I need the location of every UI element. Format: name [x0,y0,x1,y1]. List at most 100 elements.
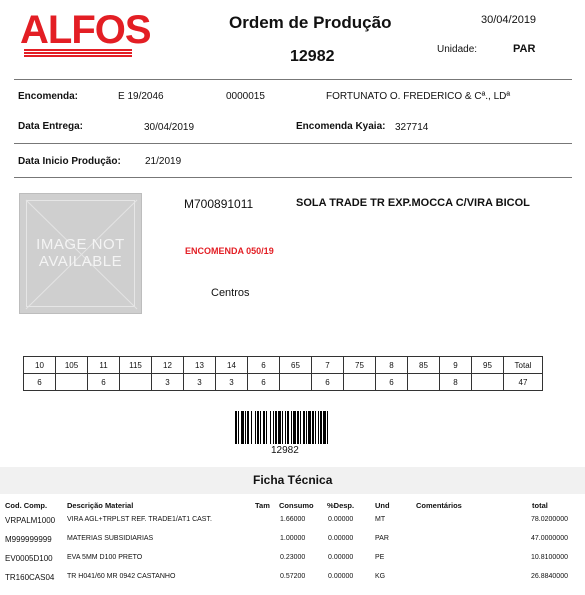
size-quantity-cell [407,373,440,391]
barcode-bar [327,411,328,444]
logo-stripes [24,49,132,58]
size-header-cell: 8 [375,356,408,374]
size-header-total: Total [503,356,543,374]
size-header-cell: 6 [247,356,280,374]
barcode-bar [255,411,256,444]
size-quantity-cell [471,373,504,391]
order-number: 12982 [290,48,335,65]
size-quantity-cell: 8 [439,373,472,391]
encomenda-note: ENCOMENDA 050/19 [185,246,274,256]
divider-top [14,79,572,80]
size-quantity-cell [119,373,152,391]
logo-text: ALFOS [20,8,152,52]
size-quantity-cell: 6 [23,373,56,391]
ficha-title: Ficha Técnica [253,473,333,487]
barcode-bar [235,411,237,444]
row-code: M999999999 [5,535,52,544]
barcode-bar [291,411,292,444]
size-header-cell: 65 [279,356,312,374]
row-und: PAR [375,535,389,542]
row-und: KG [375,573,386,580]
barcode-bar [312,411,314,444]
encomenda-code: 0000015 [226,91,265,102]
col-comentarios-header: Comentários [416,501,462,510]
col-tam-header: Tam [255,501,270,510]
encomenda-kyaia-value: 327714 [395,122,429,133]
barcode-bar [300,411,301,444]
size-quantity-cell: 6 [375,373,408,391]
data-inicio-value: 21/2019 [145,156,182,167]
size-quantity-cell: 6 [87,373,120,391]
row-total: 10.8100000 [531,554,568,561]
customer-name: FORTUNATO O. FREDERICO & Cª., LDª [326,91,511,102]
barcode-bar [260,411,261,444]
col-und-header: Und [375,501,390,510]
barcode-bar [287,411,289,444]
size-quantity-cell: 3 [151,373,184,391]
row-consumo: 1.00000 [280,535,306,542]
barcode-bar [245,411,246,444]
barcode-number: 12982 [271,445,299,456]
col-code-header: Cod. Comp. [5,501,48,510]
size-quantity-cell: 3 [183,373,216,391]
size-quantity-cell: 6 [311,373,344,391]
row-und: PE [375,554,385,561]
divider-info [14,177,572,178]
barcode-bar [282,411,283,444]
barcode-bar [303,411,305,444]
barcode-bar [293,411,296,444]
document-title: Ordem de Produção [229,13,392,32]
encomenda-kyaia-label: Encomenda Kyaia: [296,121,386,132]
encomenda-ref: E 19/2046 [118,91,164,102]
data-inicio-label: Data Inicio Produção: [18,156,121,167]
encomenda-label: Encomenda: [18,91,79,102]
unit-value: PAR [513,43,536,55]
size-quantity-cell [343,373,376,391]
alfos-logo: ALFOS [20,8,152,58]
barcode-bar [318,411,319,444]
row-description: VIRA AGL+TRPLST REF. TRADE1/AT1 CAST. [67,516,212,523]
size-quantity-cell: 6 [247,373,280,391]
row-desp: 0.00000 [328,554,354,561]
barcode-bar [278,411,281,444]
row-desp: 0.00000 [328,516,354,523]
row-desp: 0.00000 [328,573,354,580]
size-header-cell: 115 [119,356,152,374]
size-header-row: 10 105 11 115 12 13 14 6 65 7 75 8 85 9 95 Total [23,356,543,374]
product-image-placeholder: IMAGE NOT AVAILABLE [19,193,142,314]
barcode-bar [297,411,299,444]
size-header-cell: 9 [439,356,472,374]
barcode-bar [263,411,265,444]
barcode-bar [323,411,326,444]
size-header-cell: 7 [311,356,344,374]
size-header-cell: 75 [343,356,376,374]
barcode-bar [315,411,316,444]
row-code: VRPALM1000 [5,516,56,525]
col-description-header: Descrição Material [67,501,134,510]
row-code: TR160CAS04 [5,573,55,582]
image-placeholder-text: IMAGE NOT AVAILABLE [36,236,125,270]
barcode-bar [238,411,239,444]
size-header-cell: 12 [151,356,184,374]
size-quantity-total: 47 [503,373,543,391]
barcode-bar [247,411,249,444]
barcode-bar [308,411,311,444]
row-total: 47.0000000 [531,535,568,542]
product-code: M700891011 [184,197,254,211]
data-entrega-label: Data Entrega: [18,121,84,132]
row-consumo: 0.57200 [280,573,306,580]
size-quantity-table: 10 105 11 115 12 13 14 6 65 7 75 8 85 9 95 Total 663336… [23,356,543,391]
centros-label: Centros [211,287,250,299]
size-header-cell: 105 [55,356,88,374]
product-description: SOLA TRADE TR EXP.MOCCA C/VIRA BICOL [296,197,530,209]
barcode-bar [275,411,277,444]
row-description: MATERIAS SUBSIDIARIAS [67,535,154,542]
row-consumo: 0.23000 [280,554,306,561]
size-header-cell: 85 [407,356,440,374]
row-description: EVA 5MM D100 PRETO [67,554,143,561]
data-entrega-value: 30/04/2019 [144,122,195,133]
row-total: 78.0200000 [531,516,568,523]
col-desp-header: %Desp. [327,501,355,510]
size-header-cell: 14 [215,356,248,374]
size-quantity-row: 6 6 3 3 3 6 6 6 8 47 [23,373,543,391]
